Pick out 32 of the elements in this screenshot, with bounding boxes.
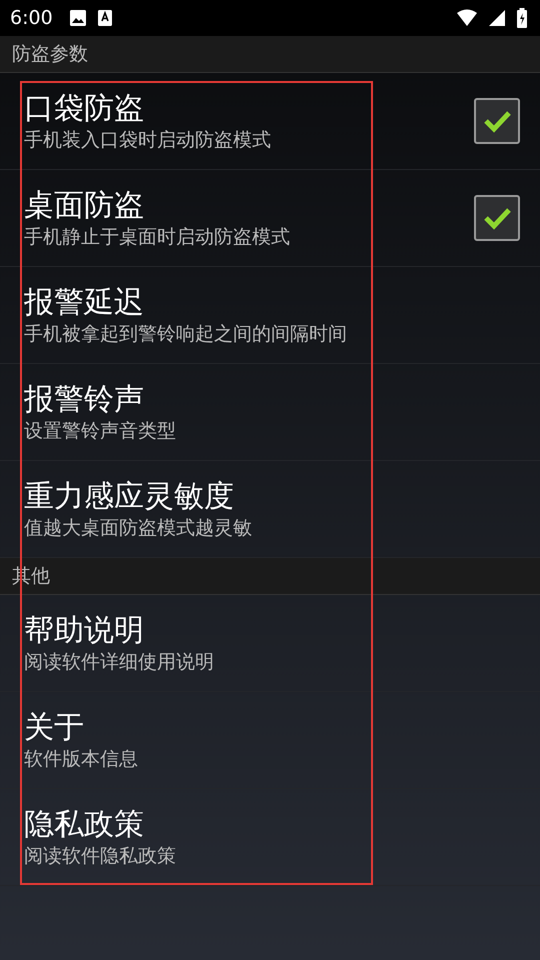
item-summary: 阅读软件隐私政策: [24, 844, 177, 868]
item-title: 隐私政策: [24, 806, 145, 844]
item-summary: 软件版本信息: [24, 747, 139, 771]
checkbox[interactable]: [474, 98, 520, 144]
item-summary: 手机静止于桌面时启动防盗模式: [24, 225, 291, 249]
settings-item[interactable]: 口袋防盗 手机装入口袋时启动防盗模式: [0, 73, 540, 170]
settings-item[interactable]: 报警延迟 手机被拿起到警铃响起之间的间隔时间: [0, 267, 540, 364]
settings-item[interactable]: 报警铃声 设置警铃声音类型: [0, 364, 540, 461]
item-title: 报警延迟: [24, 284, 145, 322]
signal-icon: [488, 9, 506, 27]
item-summary: 设置警铃声音类型: [24, 419, 177, 443]
settings-item[interactable]: 帮助说明 阅读软件详细使用说明: [0, 595, 540, 692]
settings-item[interactable]: 桌面防盗 手机静止于桌面时启动防盗模式: [0, 170, 540, 267]
item-title: 关于: [24, 709, 85, 747]
item-title: 重力感应灵敏度: [24, 478, 235, 516]
settings-item[interactable]: 关于 软件版本信息: [0, 692, 540, 789]
battery-icon: [516, 8, 528, 28]
item-title: 口袋防盗: [24, 90, 145, 128]
settings-item[interactable]: 隐私政策 阅读软件隐私政策: [0, 789, 540, 886]
item-summary: 值越大桌面防盗模式越灵敏: [24, 516, 253, 540]
item-summary: 手机装入口袋时启动防盗模式: [24, 128, 272, 152]
clock-time: 6:00: [10, 7, 53, 29]
checkbox[interactable]: [474, 195, 520, 241]
image-icon: [68, 9, 87, 27]
item-title: 帮助说明: [24, 612, 145, 650]
text-icon: [96, 9, 113, 27]
item-summary: 阅读软件详细使用说明: [24, 650, 215, 674]
item-title: 报警铃声: [24, 381, 145, 419]
section-title: 防盗参数: [12, 42, 88, 67]
item-title: 桌面防盗: [24, 187, 145, 225]
wifi-icon: [456, 9, 478, 27]
item-summary: 手机被拿起到警铃响起之间的间隔时间: [24, 322, 348, 346]
